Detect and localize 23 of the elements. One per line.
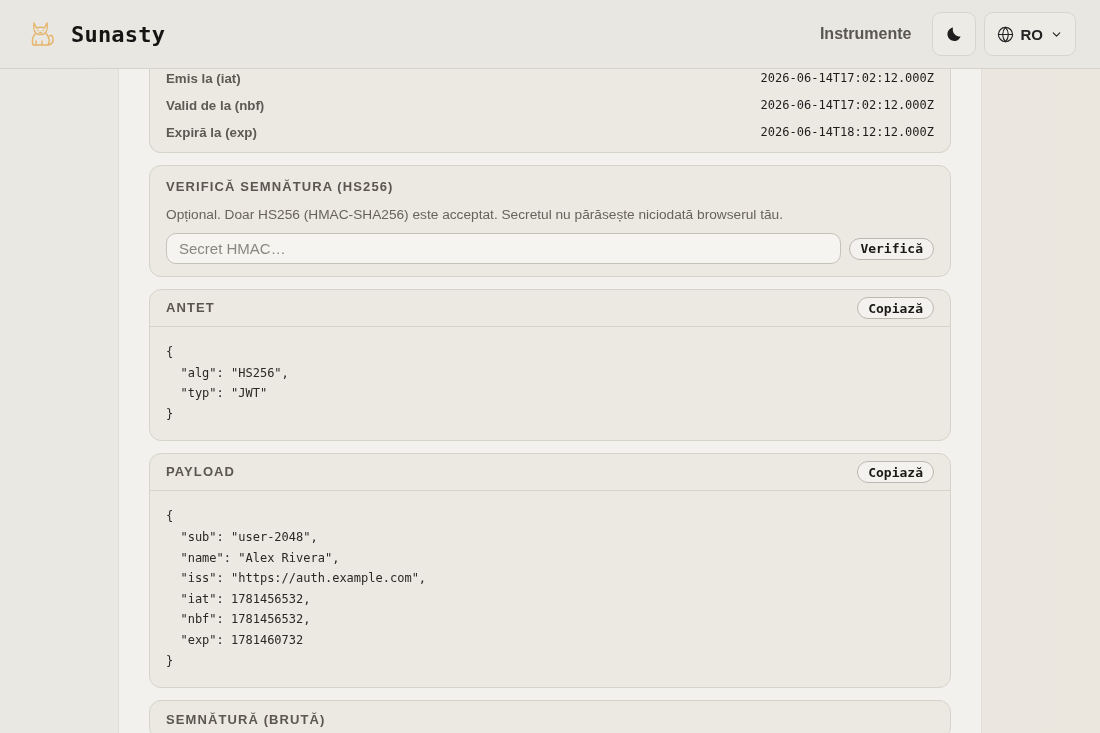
copy-button[interactable]: Copiază [857,297,934,319]
language-button[interactable]: RO [983,12,1076,56]
secret-input-field[interactable]: Secret HMAC… [166,233,842,264]
brand-name: Sunasty [71,21,166,47]
theme-toggle-button[interactable] [931,12,976,56]
moon-icon [946,26,961,42]
panel-title: SEMNĂTURĂ (BRUTĂ) [166,711,326,728]
panel-title: VERIFICĂ SEMNĂTURA (HS256) [166,179,395,195]
globe-icon [996,25,1014,43]
claim-label: Valid de la (nbf) [166,97,265,113]
claim-label: Emis la (iat) [166,70,241,86]
claim-value: 2026-06-14T17:02:12.000Z [760,98,934,112]
claim-label: Expiră la (exp) [166,124,257,140]
verify-description: Opțional. Doar HS256 (HMAC-SHA256) este acceptat. Secretul nu părăsește niciodată browserul tău. [166,206,784,224]
claim-value: 2026-06-14T17:02:12.000Z [760,71,934,85]
claim-value: 2026-06-14T18:12:12.000Z [760,125,934,139]
json-code: { "sub": "user-2048", "name": "Alex Rivera", "iss": "https://auth.example.com", "iat": 1781456532, "nbf": 1781456532, "exp": 1781460732 } [165,508,428,670]
verify-button[interactable]: Verifică [849,237,934,260]
tools-link[interactable]: Instrumente [819,25,912,43]
copy-button[interactable]: Copiază [857,461,934,484]
json-code: { "alg": "HS256", "typ": "JWT" } [165,344,290,423]
panel-title: PAYLOAD [166,464,236,481]
panel-title: ANTET [166,300,215,316]
